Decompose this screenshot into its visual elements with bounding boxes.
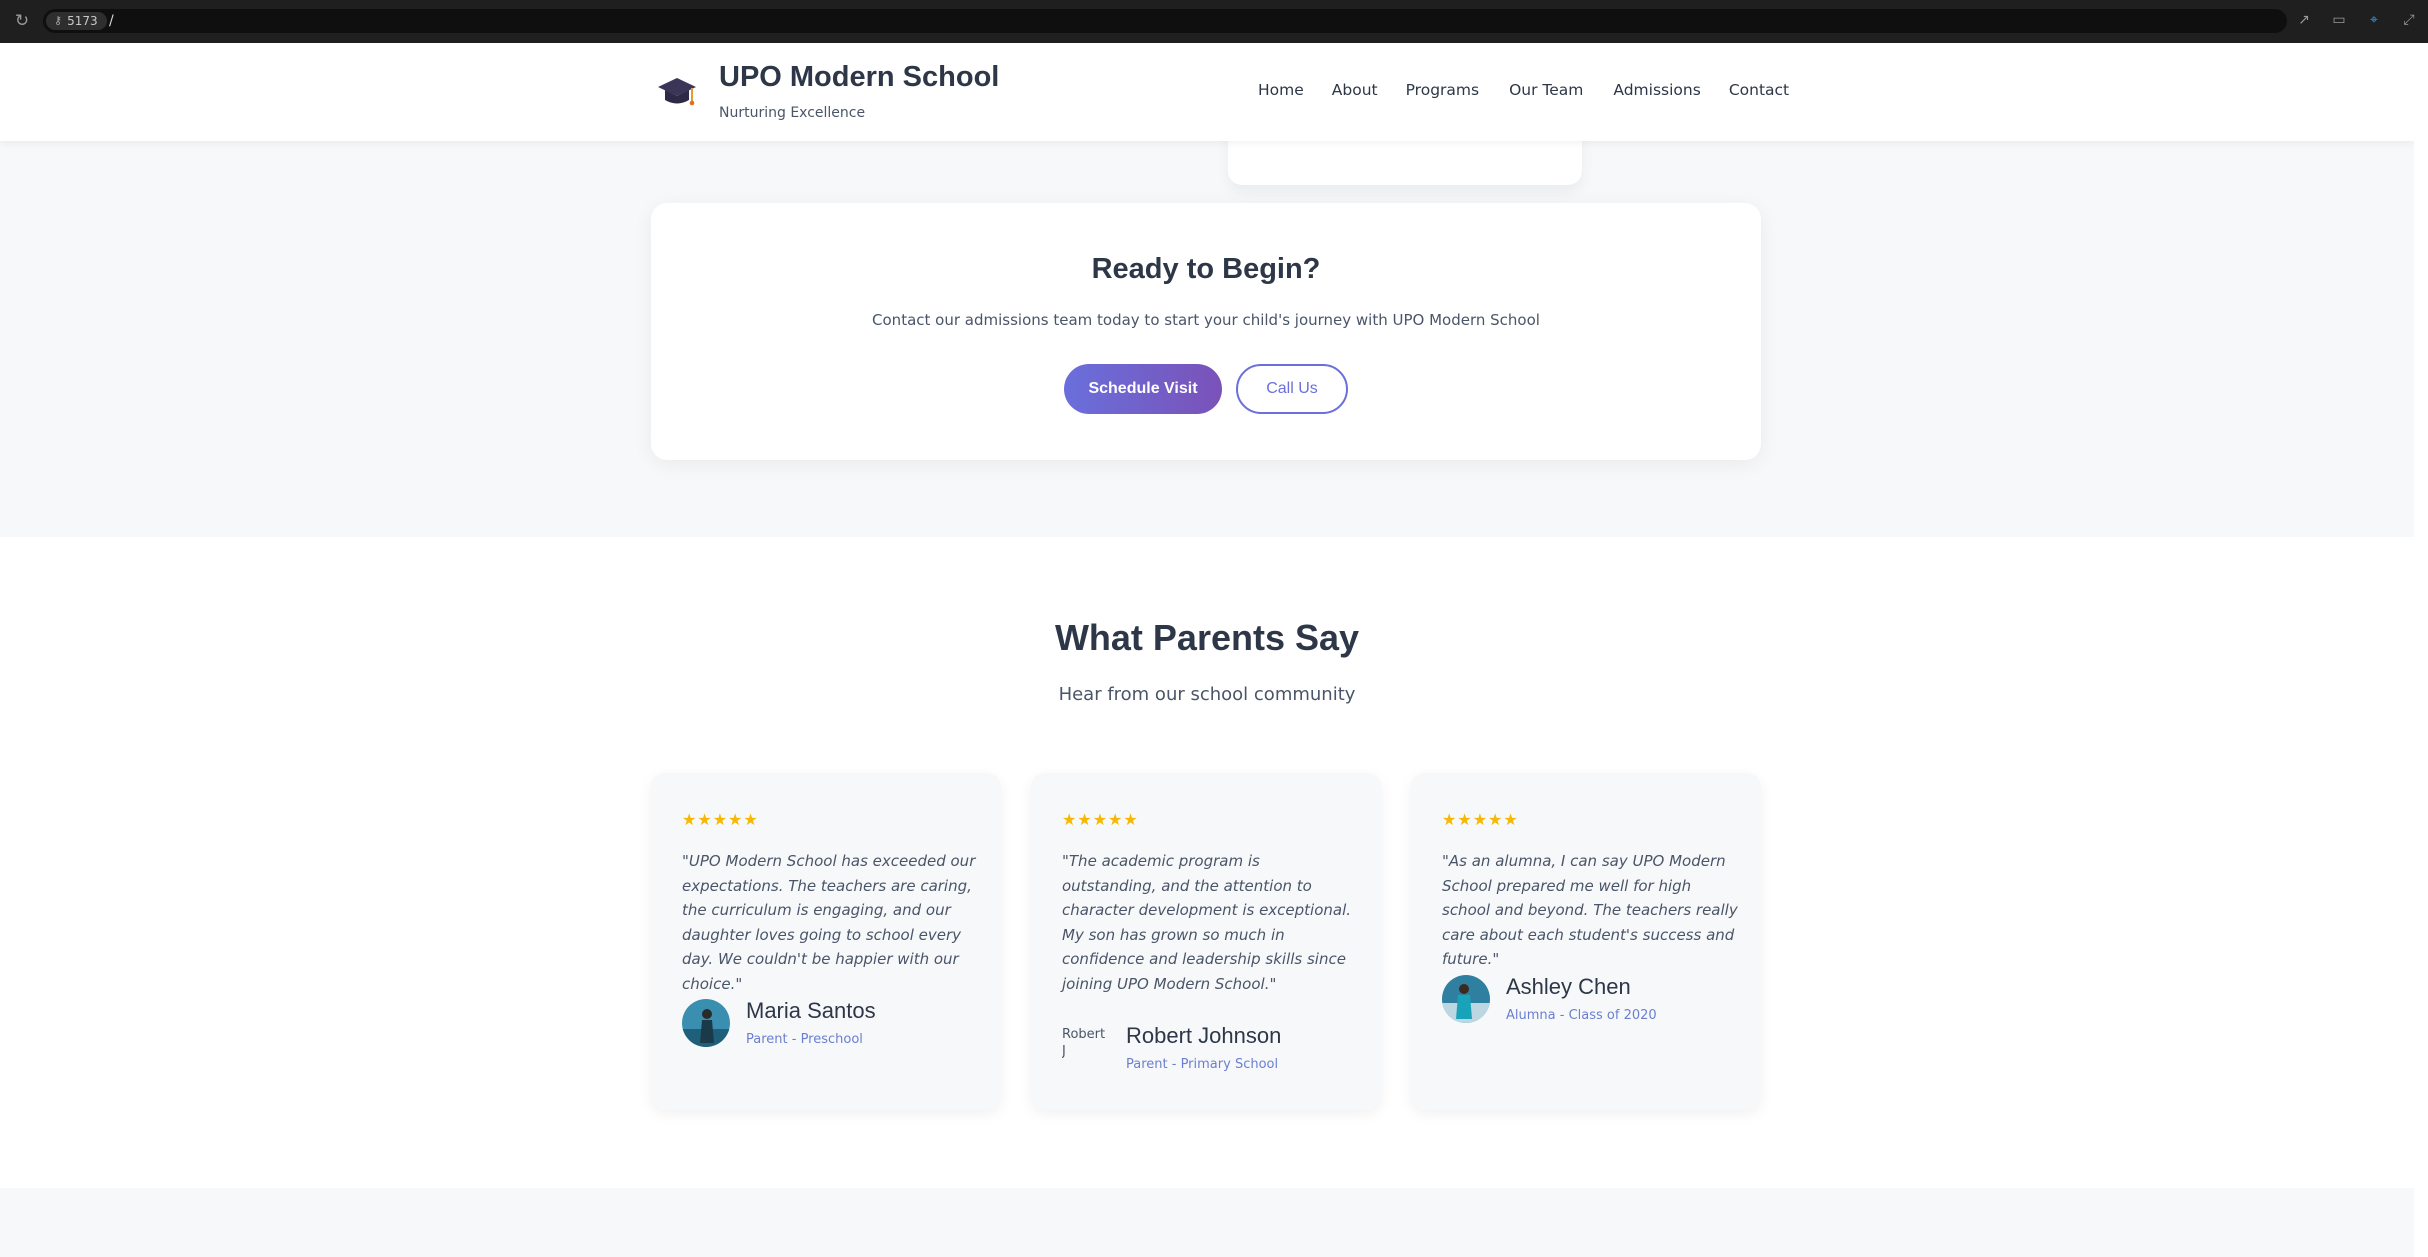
author-role: Alumna - Class of 2020 — [1506, 1008, 1657, 1023]
collapse-icon[interactable]: ⤢ — [2400, 11, 2418, 29]
url-path: / — [109, 13, 114, 29]
testimonial-card: ★★★★★ "The academic program is outstandi… — [1031, 773, 1381, 1110]
key-icon: ⚷ — [54, 14, 63, 27]
section-subtitle: Hear from our school community — [1058, 684, 1356, 705]
browser-toolbar: ↻ ⚷ 5173 / ↗ ▭ ⌖ ⤢ — [0, 0, 2428, 43]
star-rating: ★★★★★ — [1442, 810, 1519, 829]
testimonial-card: ★★★★★ "UPO Modern School has exceeded ou… — [651, 773, 1001, 1110]
brand-name[interactable]: UPO Modern School — [719, 61, 999, 94]
testimonial-author: Robert J Robert Johnson Parent - Primary… — [1062, 1023, 1281, 1072]
testimonials-section: What Parents Say Hear from our school co… — [0, 537, 2414, 1188]
testimonial-quote: "UPO Modern School has exceeded our expe… — [682, 852, 976, 993]
testimonial-card: ★★★★★ "As an alumna, I can say UPO Moder… — [1411, 773, 1761, 1110]
author-name: Maria Santos — [746, 998, 876, 1023]
reload-icon[interactable]: ↻ — [12, 11, 32, 31]
site-header: UPO Modern School Nurturing Excellence H… — [0, 43, 2414, 141]
author-name: Ashley Chen — [1506, 974, 1631, 999]
cta-text: Contact our admissions team today to sta… — [872, 311, 1540, 329]
testimonial-author: Ashley Chen Alumna - Class of 2020 — [1442, 974, 1657, 1023]
testimonial-quote: "As an alumna, I can say UPO Modern Scho… — [1442, 852, 1738, 968]
schedule-visit-button[interactable]: Schedule Visit — [1064, 364, 1222, 414]
avatar — [1442, 974, 1490, 1023]
author-role: Parent - Primary School — [1126, 1057, 1279, 1072]
inspect-icon[interactable]: ⌖ — [2365, 11, 2383, 29]
nav-our-team[interactable]: Our Team — [1509, 81, 1583, 99]
port-label: 5173 — [67, 14, 98, 28]
scrollbar[interactable] — [2414, 43, 2428, 1257]
author-role: Parent - Preschool — [746, 1032, 863, 1047]
cta-card: Ready to Begin? Contact our admissions t… — [651, 203, 1761, 460]
next-section — [0, 1188, 2414, 1257]
section-title: What Parents Say — [1054, 617, 1360, 658]
page-viewport: UPO Modern School Nurturing Excellence H… — [0, 43, 2414, 1257]
open-external-icon[interactable]: ↗ — [2295, 11, 2313, 29]
testimonial-author: Maria Santos Parent - Preschool — [682, 998, 876, 1047]
cta-title: Ready to Begin? — [1091, 253, 1321, 285]
nav-home[interactable]: Home — [1258, 81, 1304, 99]
brand-tagline: Nurturing Excellence — [719, 105, 866, 121]
nav-admissions[interactable]: Admissions — [1613, 81, 1700, 99]
testimonial-quote: "The academic program is outstanding, an… — [1062, 852, 1352, 993]
nav-about[interactable]: About — [1332, 81, 1378, 99]
nav-programs[interactable]: Programs — [1406, 81, 1479, 99]
avatar — [682, 998, 730, 1047]
author-name: Robert Johnson — [1126, 1023, 1282, 1048]
address-bar[interactable]: ⚷ 5173 / — [43, 9, 2287, 33]
avatar-broken-image: Robert J — [1062, 1026, 1106, 1059]
star-rating: ★★★★★ — [1062, 810, 1139, 829]
main-nav: Home About Programs Our Team Admissions … — [1258, 81, 1789, 99]
graduation-cap-icon[interactable] — [656, 71, 698, 113]
device-toggle-icon[interactable]: ▭ — [2330, 11, 2348, 29]
port-chip[interactable]: ⚷ 5173 — [46, 12, 107, 30]
nav-contact[interactable]: Contact — [1729, 81, 1789, 99]
call-us-button[interactable]: Call Us — [1236, 364, 1348, 414]
star-rating: ★★★★★ — [682, 810, 759, 829]
